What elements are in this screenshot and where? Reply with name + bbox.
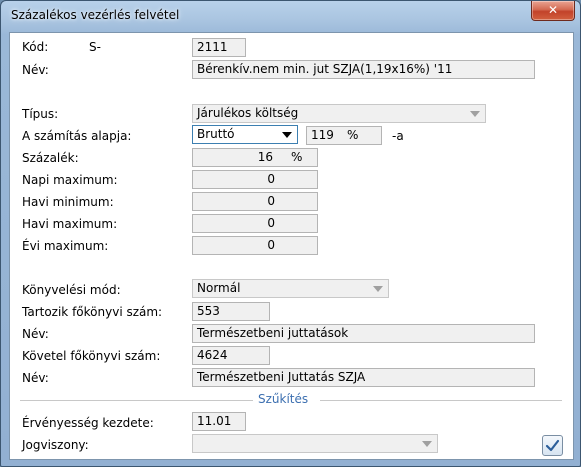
- close-icon: ✕: [547, 3, 559, 17]
- close-button[interactable]: ✕: [531, 1, 575, 21]
- kod-prefix: S-: [89, 40, 101, 54]
- kovetel-nev-label: Név:: [22, 371, 49, 385]
- kovetel-nev-field[interactable]: Természetbeni Juttatás SZJA: [192, 368, 535, 387]
- tartozik-nev-label: Név:: [22, 327, 49, 341]
- section-divider-right: [320, 400, 562, 401]
- kovetel-label: Követel főkönyvi szám:: [22, 349, 161, 363]
- napi-max-label: Napi maximum:: [22, 173, 118, 187]
- alap-percent-field[interactable]: 119 %: [306, 126, 382, 145]
- dialog-window: Százalékos vezérlés felvétel ✕ Kód: S- 2…: [0, 0, 581, 467]
- chevron-down-icon: [422, 441, 432, 447]
- konyv-mod-label: Könyvelési mód:: [22, 283, 121, 297]
- szazalek-unit: %: [291, 150, 303, 164]
- tipus-select-value: Járulékos költség: [197, 106, 299, 120]
- napi-max-field[interactable]: 0: [192, 170, 318, 189]
- konyv-mod-select-value: Normál: [197, 281, 241, 295]
- nev-field[interactable]: Bérenkív.nem min. jut SZJA(1,19x16%) '11: [192, 60, 535, 79]
- tartozik-field[interactable]: 553: [192, 302, 270, 321]
- chevron-down-icon: [470, 111, 480, 117]
- tartozik-label: Tartozik főkönyvi szám:: [22, 305, 163, 319]
- jogviszony-select[interactable]: [192, 434, 438, 453]
- szazalek-field[interactable]: 16 %: [192, 148, 318, 167]
- alap-percent-unit: %: [347, 128, 359, 142]
- form-panel: Kód: S- 2111 Név: Bérenkív.nem min. jut …: [9, 32, 574, 460]
- section-divider-left: [20, 400, 253, 401]
- havi-min-field[interactable]: 0: [192, 192, 318, 211]
- szazalek-label: Százalék:: [22, 151, 79, 165]
- kod-label: Kód:: [22, 40, 49, 54]
- tipus-select[interactable]: Járulékos költség: [192, 104, 486, 123]
- checkmark-icon: [545, 439, 560, 452]
- evi-max-label: Évi maximum:: [22, 239, 109, 253]
- tipus-label: Típus:: [22, 107, 59, 121]
- chevron-down-icon: [282, 132, 292, 138]
- szukites-section-title: Szűkítés: [258, 392, 309, 406]
- nev-label: Név:: [22, 63, 49, 77]
- alap-suffix: -a: [392, 129, 404, 143]
- havi-max-field[interactable]: 0: [192, 214, 318, 233]
- havi-min-label: Havi minimum:: [22, 195, 114, 209]
- szazalek-value: 16: [257, 150, 273, 164]
- ervenyesseg-label: Érvényesség kezdete:: [22, 416, 154, 430]
- kod-field[interactable]: 2111: [192, 38, 246, 57]
- alap-select[interactable]: Bruttó: [192, 125, 298, 144]
- jogviszony-label: Jogviszony:: [22, 438, 89, 452]
- alap-label: A számítás alapja:: [22, 129, 132, 143]
- kovetel-field[interactable]: 4624: [192, 346, 270, 365]
- alap-select-value: Bruttó: [197, 127, 235, 141]
- tartozik-nev-field[interactable]: Természetbeni juttatások: [192, 324, 535, 343]
- ok-button[interactable]: [542, 435, 563, 456]
- chevron-down-icon: [373, 286, 383, 292]
- ervenyesseg-field[interactable]: 11.01: [192, 412, 246, 431]
- title-bar[interactable]: Százalékos vezérlés felvétel ✕: [1, 1, 580, 31]
- window-title: Százalékos vezérlés felvétel: [11, 8, 180, 22]
- konyv-mod-select[interactable]: Normál: [192, 279, 389, 298]
- havi-max-label: Havi maximum:: [22, 217, 118, 231]
- alap-percent-value: 119: [311, 128, 334, 142]
- evi-max-field[interactable]: 0: [192, 236, 318, 255]
